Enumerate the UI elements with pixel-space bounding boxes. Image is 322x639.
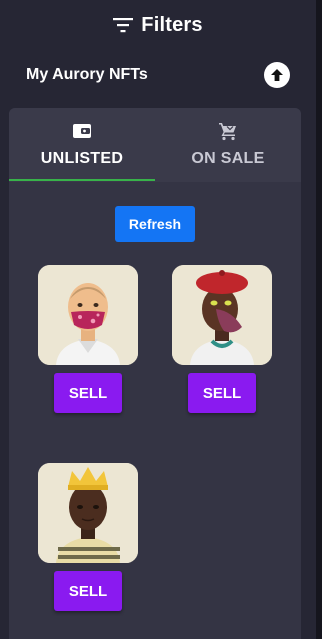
tab-on-sale-label: ON SALE	[191, 150, 265, 167]
arrow-up-icon	[271, 69, 283, 81]
nft-item: SELL	[38, 265, 138, 413]
filters-panel: Filters My Aurory NFTs UNLISTED ON SALE …	[0, 0, 316, 639]
scrollbar-track[interactable]	[316, 0, 322, 639]
nft-avatar-image[interactable]	[38, 463, 138, 563]
tab-on-sale[interactable]: ON SALE	[155, 108, 301, 182]
sell-button[interactable]: SELL	[188, 373, 256, 413]
wallet-icon	[73, 124, 91, 138]
tab-unlisted-label: UNLISTED	[40, 150, 124, 167]
nft-item: SELL	[172, 265, 272, 413]
nft-item: SELL	[38, 463, 138, 611]
tab-bar: UNLISTED ON SALE	[9, 108, 301, 182]
avatar-crown-character-image	[38, 463, 138, 563]
upload-arrow-icon[interactable]	[264, 62, 290, 88]
filter-icon	[113, 18, 134, 33]
sell-button[interactable]: SELL	[54, 571, 122, 611]
nft-avatar-image[interactable]	[172, 265, 272, 365]
cart-icon	[219, 123, 236, 141]
my-nfts-section-header: My Aurory NFTs	[26, 62, 290, 88]
refresh-button[interactable]: Refresh	[115, 206, 195, 242]
active-tab-indicator	[9, 179, 155, 181]
avatar-bald-character-image	[38, 265, 138, 365]
sell-button[interactable]: SELL	[54, 373, 122, 413]
tab-unlisted[interactable]: UNLISTED	[9, 108, 155, 182]
filters-header[interactable]: Filters	[0, 0, 316, 50]
nft-avatar-image[interactable]	[38, 265, 138, 365]
avatar-beret-character-image	[172, 265, 272, 365]
filters-title: Filters	[141, 13, 203, 36]
nft-card: UNLISTED ON SALE Refresh SELL SELL SELL	[9, 108, 301, 639]
my-nfts-title: My Aurory NFTs	[26, 66, 148, 83]
